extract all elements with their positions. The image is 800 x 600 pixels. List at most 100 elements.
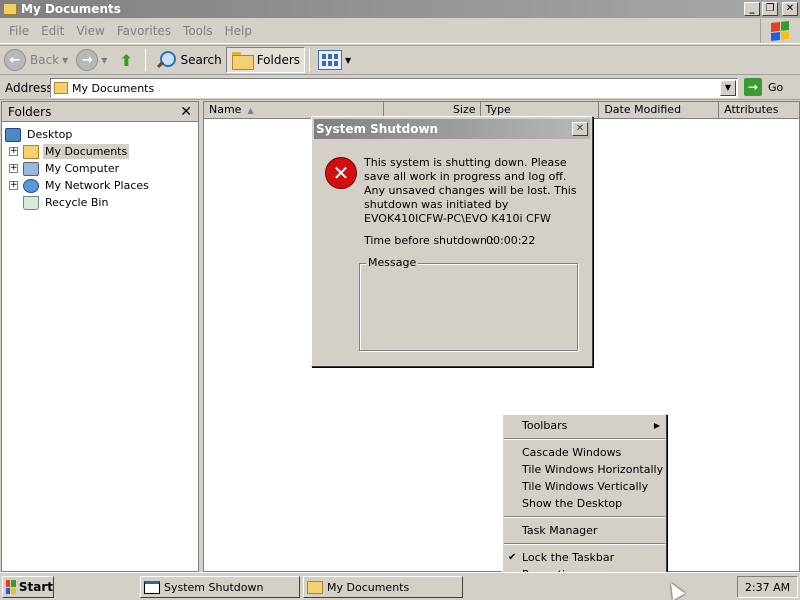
menu-view[interactable]: View: [71, 24, 109, 38]
expand-icon[interactable]: +: [9, 147, 18, 156]
my-computer-icon: [23, 161, 39, 176]
tree-item-recycle-bin[interactable]: Recycle Bin: [2, 194, 198, 211]
recycle-bin-icon: [23, 195, 39, 210]
menu-separator: [504, 543, 665, 545]
shutdown-message: This system is shutting down. Please sav…: [364, 156, 577, 225]
message-groupbox: Message: [359, 256, 578, 351]
menu-separator: [504, 438, 665, 440]
address-value[interactable]: My Documents: [72, 82, 720, 95]
menu-edit[interactable]: Edit: [36, 24, 69, 38]
column-header-date-modified[interactable]: Date Modified: [599, 102, 720, 119]
window-icon: [144, 580, 160, 594]
tree-item-label: My Network Places: [45, 179, 149, 192]
chevron-down-icon[interactable]: ▼: [62, 56, 68, 65]
tree-item-desktop[interactable]: Desktop: [2, 126, 198, 143]
message-groupbox-label: Message: [366, 256, 419, 269]
time-before-shutdown-value: 00:00:22: [486, 234, 536, 247]
expand-icon[interactable]: +: [9, 164, 18, 173]
menu-help[interactable]: Help: [220, 24, 257, 38]
windows-flag-icon: [6, 580, 16, 594]
taskbar-button-my-documents[interactable]: My Documents: [303, 576, 463, 598]
network-places-icon: [23, 178, 39, 193]
my-documents-icon: [54, 82, 68, 94]
my-documents-icon: [23, 144, 39, 159]
back-button[interactable]: ← Back ▼: [0, 47, 72, 73]
up-button[interactable]: ⬆: [111, 47, 141, 73]
taskbar-button-system-shutdown[interactable]: System Shutdown: [140, 576, 300, 598]
chevron-down-icon[interactable]: ▼: [345, 56, 351, 65]
error-icon: ✕: [325, 157, 357, 189]
address-label: Address: [5, 80, 53, 95]
dialog-title-bar[interactable]: System Shutdown ✕: [314, 119, 590, 139]
menu-item-task-manager[interactable]: Task Manager: [503, 522, 666, 539]
folders-pane: Folders ✕ Desktop + My Documents + My Co…: [1, 101, 199, 572]
expander-placeholder: [9, 198, 18, 207]
dialog-close-button[interactable]: ✕: [572, 122, 588, 136]
close-icon[interactable]: ✕: [180, 105, 192, 119]
folder-tree: Desktop + My Documents + My Computer + M…: [2, 122, 198, 211]
desktop-icon: [5, 127, 21, 142]
menu-separator: [504, 516, 665, 518]
views-icon: [318, 50, 343, 70]
folder-icon: [307, 580, 323, 594]
folders-label: Folders: [256, 53, 301, 67]
start-label: Start: [18, 580, 53, 594]
address-input[interactable]: My Documents ▼: [50, 78, 738, 98]
address-dropdown-button[interactable]: ▼: [720, 80, 736, 96]
menu-item-label: Lock the Taskbar: [522, 551, 615, 564]
restore-button[interactable]: ❐: [762, 2, 778, 16]
tree-item-my-computer[interactable]: + My Computer: [2, 160, 198, 177]
taskbar-button-label: My Documents: [327, 580, 410, 594]
sort-ascending-icon: ▲: [247, 106, 254, 115]
forward-button[interactable]: → ▼: [72, 47, 111, 73]
dialog-title: System Shutdown: [316, 122, 439, 136]
go-arrow-icon: →: [744, 78, 762, 96]
menu-item-show-desktop[interactable]: Show the Desktop: [503, 495, 666, 512]
system-tray-clock[interactable]: 2:37 AM: [737, 576, 798, 598]
chevron-down-icon[interactable]: ▼: [101, 56, 107, 65]
go-label: Go: [768, 80, 784, 94]
tree-item-my-network-places[interactable]: + My Network Places: [2, 177, 198, 194]
tree-item-my-documents[interactable]: + My Documents: [2, 143, 198, 160]
folders-pane-header: Folders ✕: [2, 102, 198, 122]
tree-item-label: Recycle Bin: [45, 196, 109, 209]
column-header-attributes[interactable]: Attributes: [719, 102, 799, 119]
expand-icon[interactable]: +: [9, 181, 18, 190]
minimize-button[interactable]: _: [744, 2, 760, 16]
start-button[interactable]: Start: [2, 576, 54, 598]
menu-item-label: Toolbars: [522, 419, 568, 432]
search-label: Search: [180, 53, 222, 67]
toolbar-separator: [145, 49, 147, 71]
menu-item-lock-taskbar[interactable]: ✔ Lock the Taskbar: [503, 549, 666, 566]
submenu-arrow-icon: ▶: [653, 421, 660, 430]
column-header-label: Name: [209, 103, 242, 116]
window-title: My Documents: [21, 2, 121, 16]
menu-item-tile-vertically[interactable]: Tile Windows Vertically: [503, 478, 666, 495]
menu-item-cascade-windows[interactable]: Cascade Windows: [503, 444, 666, 461]
folders-pane-title: Folders: [8, 104, 52, 119]
menu-file[interactable]: File: [4, 24, 34, 38]
windows-logo: [760, 19, 798, 43]
address-bar: Address My Documents ▼ → Go: [0, 76, 800, 100]
taskbar-button-label: System Shutdown: [164, 580, 264, 594]
system-shutdown-dialog: System Shutdown ✕ ✕ This system is shutt…: [311, 116, 593, 367]
search-button[interactable]: Search: [150, 47, 225, 73]
views-button[interactable]: ▼: [314, 47, 355, 73]
close-button[interactable]: ✕: [782, 2, 798, 16]
standard-toolbar: ← Back ▼ → ▼ ⬆ Search Folders ▼: [0, 45, 800, 75]
back-label: Back: [30, 53, 60, 67]
menu-favorites[interactable]: Favorites: [112, 24, 176, 38]
menu-item-toolbars[interactable]: Toolbars ▶: [503, 417, 666, 434]
time-before-shutdown-label: Time before shutdown :: [364, 234, 495, 247]
folder-icon: [3, 3, 17, 15]
go-button[interactable]: → Go: [744, 78, 783, 96]
windows-flag-icon: [770, 21, 789, 41]
taskbar-context-menu: Toolbars ▶ Cascade Windows Tile Windows …: [502, 414, 667, 582]
tree-item-label: My Documents: [43, 144, 130, 159]
checkmark-icon: ✔: [508, 552, 517, 563]
window-title-bar[interactable]: My Documents _ ❐ ✕: [0, 0, 800, 18]
folders-button[interactable]: Folders: [225, 47, 306, 73]
menu-item-tile-horizontally[interactable]: Tile Windows Horizontally: [503, 461, 666, 478]
menu-tools[interactable]: Tools: [178, 24, 218, 38]
toolbar-separator: [309, 49, 311, 71]
